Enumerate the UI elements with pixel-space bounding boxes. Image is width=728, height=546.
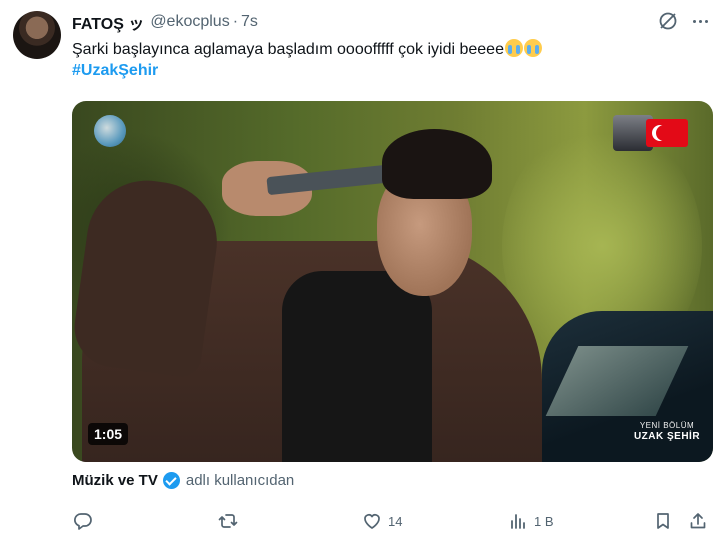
grok-icon[interactable] — [657, 10, 679, 32]
tweet-body: Şarki başlayınca aglamaya başladım oooof… — [72, 41, 504, 58]
reply-icon — [74, 513, 92, 530]
hashtag-link[interactable]: #UzakŞehir — [72, 62, 158, 79]
verified-badge-icon — [162, 472, 180, 489]
retweet-icon — [218, 514, 238, 528]
author-name[interactable]: FATOŞ ッ — [72, 10, 144, 34]
hair — [382, 129, 492, 199]
avatar[interactable] — [13, 11, 61, 59]
author-handle[interactable]: @ekocplus — [150, 13, 229, 31]
timestamp[interactable]: 7s — [241, 13, 258, 31]
action-bar: 14 1 B — [0, 508, 728, 534]
credit-suffix: adlı kullanıcıdan — [185, 472, 295, 489]
credit-name[interactable]: Müzik ve TV — [72, 472, 158, 489]
views-button[interactable]: 1 B — [508, 508, 554, 534]
more-icon[interactable] — [687, 10, 713, 32]
retweet-button[interactable] — [218, 508, 244, 534]
like-button[interactable]: 14 — [362, 508, 402, 534]
crying-face-emoji-icon — [504, 39, 523, 57]
overlay-new-episode: YENİ BÖLÜM — [639, 421, 695, 430]
separator: · — [232, 13, 239, 30]
shirt — [282, 271, 432, 462]
turkish-flag-icon — [646, 119, 688, 147]
video-duration: 1:05 — [88, 423, 129, 445]
video-player[interactable]: YENİ BÖLÜM UZAK ŞEHİR 1:05 — [72, 101, 713, 462]
reply-button[interactable] — [73, 508, 99, 534]
channel-logo-icon — [94, 115, 126, 147]
crying-face-emoji-icon — [523, 39, 542, 57]
like-icon — [364, 514, 380, 529]
media-credit: Müzik ve TV adlı kullanıcıdan — [72, 472, 294, 489]
bookmark-icon — [657, 513, 669, 529]
bookmark-button[interactable] — [653, 508, 673, 534]
tweet-text: Şarki başlayınca aglamaya başladım oooof… — [72, 39, 712, 81]
tweet-header: FATOŞ ッ @ekocplus · 7s — [72, 11, 258, 33]
views-icon — [511, 514, 525, 529]
like-count: 14 — [388, 513, 403, 529]
views-count: 1 B — [534, 513, 554, 529]
share-button[interactable] — [688, 508, 708, 534]
share-icon — [690, 513, 706, 529]
overlay-show-title: UZAK ŞEHİR — [633, 431, 701, 442]
